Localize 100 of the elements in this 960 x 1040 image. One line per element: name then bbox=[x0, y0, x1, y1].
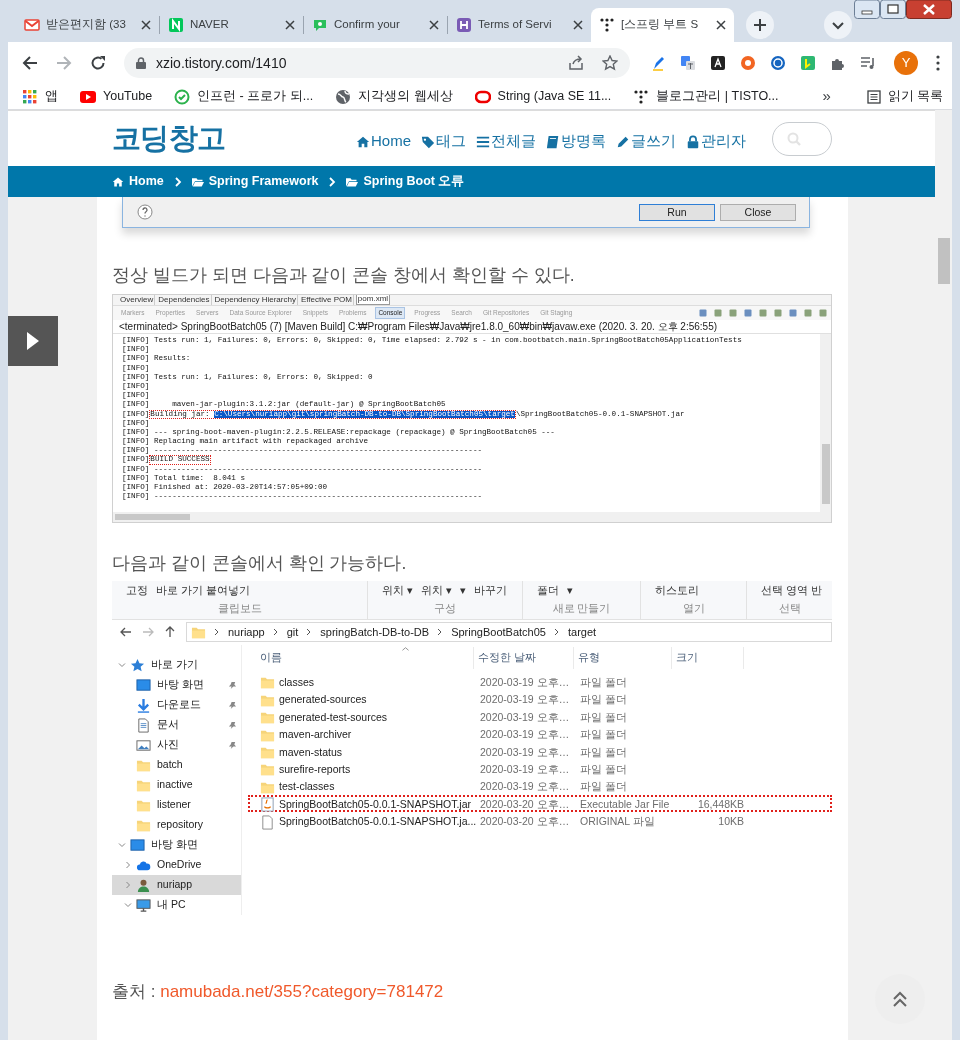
bookmark[interactable]: YouTube bbox=[80, 87, 153, 106]
breadcrumb-link[interactable]: Spring Framework bbox=[191, 172, 319, 191]
nav-pane-item[interactable]: inactive bbox=[112, 775, 241, 795]
address-bar[interactable]: xzio.tistory.com/1410 bbox=[124, 48, 630, 78]
star-icon[interactable] bbox=[602, 55, 618, 71]
circle-icon[interactable] bbox=[770, 55, 786, 71]
browser-tab[interactable]: [스프링 부트 S bbox=[591, 8, 734, 42]
close-icon[interactable] bbox=[285, 20, 295, 30]
ribbon-item[interactable]: 선택 영역 반 bbox=[761, 583, 822, 599]
nav-pane-item[interactable]: 바탕 화면 bbox=[112, 835, 241, 855]
forward-icon[interactable] bbox=[56, 55, 72, 71]
ribbon-item[interactable]: 위치 ▾ bbox=[382, 583, 413, 599]
ribbon-item[interactable]: ▾ bbox=[567, 583, 573, 599]
bookmark[interactable]: String (Java SE 11... bbox=[474, 87, 612, 106]
browser-tab[interactable]: NAVER bbox=[160, 8, 303, 42]
nav-pane-item[interactable]: nuriapp bbox=[112, 875, 241, 895]
reading-list-button[interactable]: 읽기 목록 bbox=[866, 87, 944, 106]
up-icon[interactable] bbox=[164, 626, 176, 639]
nav-pane-item[interactable]: 바로 가기 bbox=[112, 655, 241, 675]
lifebuoy-icon[interactable] bbox=[740, 55, 756, 71]
menu-icon[interactable] bbox=[936, 55, 940, 71]
nav-link[interactable]: 글쓰기 bbox=[616, 130, 676, 153]
pen-icon[interactable] bbox=[650, 55, 666, 71]
editor-tab[interactable]: pom.xml bbox=[355, 295, 391, 305]
scrollbar-thumb[interactable] bbox=[937, 238, 950, 284]
nav-link[interactable]: Home bbox=[356, 130, 411, 153]
browser-tab[interactable]: 받은편지함 (33 bbox=[16, 8, 159, 42]
playlist-icon[interactable] bbox=[860, 55, 876, 71]
nav-pane-item[interactable]: OneDrive bbox=[112, 855, 241, 875]
back-icon[interactable] bbox=[120, 626, 132, 639]
nav-pane-item[interactable]: listener bbox=[112, 795, 241, 815]
more-bookmarks-button[interactable]: » bbox=[822, 85, 831, 108]
minimize-icon[interactable] bbox=[854, 0, 880, 19]
ribbon-item[interactable]: 고정 bbox=[126, 583, 148, 599]
side-toggle-button[interactable] bbox=[8, 316, 58, 366]
tab-list-icon[interactable] bbox=[824, 11, 852, 39]
new-tab-icon[interactable] bbox=[746, 11, 774, 39]
reload-icon[interactable] bbox=[90, 55, 106, 71]
back-icon[interactable] bbox=[22, 55, 38, 71]
ribbon-item[interactable]: 히스토리 bbox=[655, 583, 699, 599]
close-icon[interactable] bbox=[141, 20, 151, 30]
nav-pane-item[interactable]: 내 PC bbox=[112, 895, 241, 915]
bookmark[interactable]: 블로그관리 | TISTO... bbox=[633, 87, 779, 106]
column-header[interactable]: 유형 bbox=[574, 647, 672, 669]
address-field[interactable]: nuriapp git springBatch-DB-to-DB SpringBootBatch05 target bbox=[186, 622, 832, 643]
column-header[interactable]: 이름 bbox=[258, 647, 474, 669]
bookmark[interactable]: 앱 bbox=[22, 87, 58, 106]
path-segment[interactable]: SpringBootBatch05 bbox=[451, 624, 546, 641]
translate-icon[interactable] bbox=[680, 55, 696, 71]
close-icon[interactable] bbox=[716, 20, 726, 30]
file-row[interactable]: surefire-reports 2020-03-19 오후… 파일 폴더 bbox=[248, 759, 832, 778]
ribbon-item[interactable]: 위치 ▾ bbox=[420, 583, 452, 599]
browser-tab[interactable]: Terms of Servi bbox=[448, 8, 591, 42]
path-segment[interactable]: nuriapp bbox=[228, 624, 265, 641]
nav-pane-item[interactable]: 바탕 화면 bbox=[112, 675, 241, 695]
breadcrumb-link[interactable]: Spring Boot 오류 bbox=[346, 172, 465, 191]
file-row[interactable]: generated-test-sources 2020-03-19 오후… 파일 폴더 bbox=[248, 707, 832, 726]
nav-link[interactable]: 방명록 bbox=[546, 130, 606, 153]
column-header[interactable]: 수정한 날짜 bbox=[474, 647, 574, 669]
file-row[interactable]: maven-status 2020-03-19 오후… 파일 폴더 bbox=[248, 742, 832, 760]
dialog-button[interactable]: Run bbox=[639, 203, 715, 221]
browser-tab[interactable]: Confirm your bbox=[304, 8, 447, 42]
close-icon[interactable] bbox=[573, 20, 583, 30]
ribbon-item[interactable]: 폴더 bbox=[537, 583, 559, 599]
editor-tab[interactable]: Dependencies bbox=[157, 295, 212, 305]
nav-pane-item[interactable]: 문서 bbox=[112, 715, 241, 735]
file-row[interactable]: classes 2020-03-19 오후… 파일 폴더 bbox=[248, 673, 832, 691]
file-row[interactable]: generated-sources 2020-03-19 오후… 파일 폴더 bbox=[248, 690, 832, 708]
file-row[interactable]: SpringBootBatch05-0.0.1-SNAPSHOT.ja... 2020-03-20 오후… ORIGINAL 파일 10KB bbox=[248, 812, 832, 830]
nav-pane-item[interactable]: 사진 bbox=[112, 735, 241, 755]
scrollbar-thumb[interactable] bbox=[115, 514, 190, 520]
column-header[interactable]: 크기 bbox=[672, 647, 744, 669]
close-icon[interactable] bbox=[429, 20, 439, 30]
editor-tab[interactable]: Effective POM bbox=[299, 295, 354, 305]
breadcrumb-link[interactable]: Home bbox=[112, 172, 164, 191]
square-icon[interactable] bbox=[710, 55, 726, 71]
tile-icon[interactable] bbox=[800, 55, 816, 71]
nav-pane-item[interactable]: batch bbox=[112, 755, 241, 775]
highlighted-file-row[interactable]: SpringBootBatch05-0.0.1-SNAPSHOT.jar 2020-03-20 오후… Executable Jar File 16,448KB bbox=[248, 794, 832, 813]
path-segment[interactable]: git bbox=[286, 624, 299, 641]
nav-pane-item[interactable]: 다운로드 bbox=[112, 695, 241, 715]
nav-link[interactable]: 관리자 bbox=[686, 130, 746, 153]
bookmark[interactable]: 지각생의 웹세상 bbox=[335, 87, 453, 106]
editor-tab[interactable]: Overview bbox=[119, 295, 156, 305]
ribbon-item[interactable]: ▾ bbox=[459, 583, 466, 599]
dialog-button[interactable]: Close bbox=[720, 203, 796, 221]
editor-tab[interactable]: Dependency Hierarchy bbox=[213, 295, 298, 305]
path-segment[interactable]: springBatch-DB-to-DB bbox=[320, 624, 430, 641]
share-icon[interactable] bbox=[568, 55, 584, 71]
file-row[interactable]: maven-archiver 2020-03-19 오후… 파일 폴더 bbox=[248, 725, 832, 743]
ribbon-item[interactable]: 바로 가기 붙여넣기 bbox=[156, 583, 250, 599]
file-row[interactable]: test-classes 2020-03-19 오후… 파일 폴더 bbox=[248, 777, 832, 795]
maximize-icon[interactable] bbox=[880, 0, 906, 19]
nav-link[interactable]: 태그 bbox=[421, 130, 466, 153]
nav-link[interactable]: 전체글 bbox=[476, 130, 536, 153]
bookmark[interactable]: 인프런 - 프로가 되... bbox=[174, 87, 314, 106]
close-icon[interactable] bbox=[906, 0, 952, 19]
blog-title[interactable]: 코딩창고 bbox=[112, 116, 226, 161]
nav-pane-item[interactable]: repository bbox=[112, 815, 241, 835]
help-icon[interactable] bbox=[137, 204, 153, 220]
